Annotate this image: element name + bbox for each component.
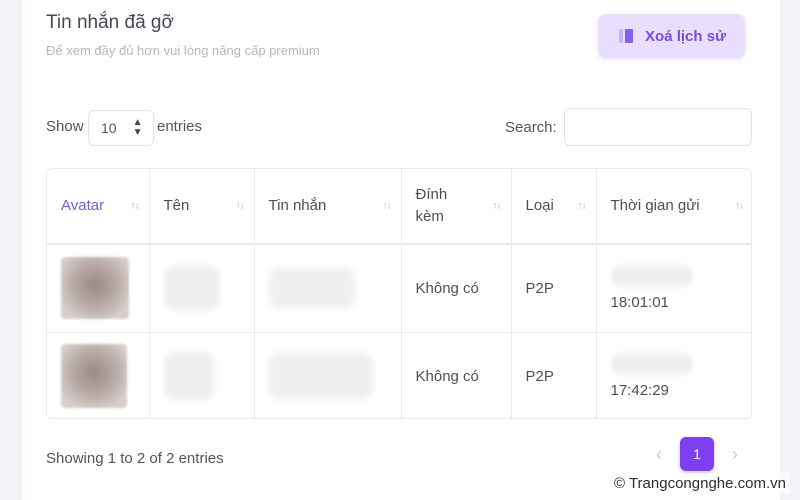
prev-page-icon[interactable]: ‹ <box>646 437 672 471</box>
avatar <box>61 344 127 409</box>
show-label: Show <box>46 118 84 135</box>
next-page-icon[interactable]: › <box>722 437 748 471</box>
table-row: Không có P2P 17:42:29 <box>47 332 751 418</box>
sort-icon: ↑↓ <box>130 200 140 212</box>
trash-icon <box>617 27 635 45</box>
table-info: Showing 1 to 2 of 2 entries <box>46 450 224 467</box>
entries-label: entries <box>157 118 203 135</box>
column-header-avatar[interactable]: Avatar ↑↓ <box>47 169 150 244</box>
pagination: ‹ 1 › <box>646 437 748 471</box>
messages-table: Avatar ↑↓ Tên ↑↓ Tin nhắn ↑↓ Đính kèm ↑↓… <box>46 168 752 419</box>
name-redacted <box>163 266 220 311</box>
table-header-row: Avatar ↑↓ Tên ↑↓ Tin nhắn ↑↓ Đính kèm ↑↓… <box>47 169 751 244</box>
column-header-message[interactable]: Tin nhắn ↑↓ <box>254 169 402 244</box>
time-cell: 18:01:01 <box>610 293 669 311</box>
sort-icon: ↑↓ <box>735 200 744 212</box>
search-label: Search: <box>505 119 557 136</box>
type-cell: P2P <box>511 244 597 332</box>
sort-icon: ↑↓ <box>492 200 502 212</box>
column-header-type[interactable]: Loại ↑↓ <box>511 169 597 244</box>
sort-icon: ↑↓ <box>235 200 245 212</box>
entries-select[interactable]: 10 ▲ ▼ <box>88 110 154 146</box>
message-redacted <box>268 353 373 400</box>
name-redacted <box>163 352 214 401</box>
clear-history-button[interactable]: Xoá lịch sử <box>598 14 745 58</box>
search-input[interactable] <box>564 108 752 146</box>
column-header-attachment[interactable]: Đính kèm ↑↓ <box>401 169 512 244</box>
page-subtitle: Để xem đầy đủ hơn vui lòng nâng cấp prem… <box>46 43 320 58</box>
entries-value: 10 <box>101 120 117 136</box>
page-button-1[interactable]: 1 <box>680 437 714 471</box>
clear-history-label: Xoá lịch sử <box>645 27 726 45</box>
watermark: © Trangcongnghe.com.vn <box>610 473 790 494</box>
type-cell: P2P <box>511 332 597 418</box>
page-title: Tin nhắn đã gỡ <box>46 12 174 33</box>
attachment-cell: Không có <box>401 244 512 332</box>
date-redacted <box>610 353 693 374</box>
select-arrows-icon: ▲ ▼ <box>132 117 143 138</box>
column-header-name[interactable]: Tên ↑↓ <box>149 169 255 244</box>
avatar <box>61 257 129 320</box>
date-redacted <box>610 265 693 286</box>
sort-icon: ↑↓ <box>382 200 392 212</box>
table-row: Không có P2P 18:01:01 <box>47 244 751 332</box>
attachment-cell: Không có <box>401 332 512 418</box>
message-redacted <box>268 268 355 309</box>
time-cell: 17:42:29 <box>610 381 669 399</box>
column-header-sent-time[interactable]: Thời gian gửi ↑↓ <box>596 169 751 244</box>
sort-icon: ↑↓ <box>577 200 587 212</box>
